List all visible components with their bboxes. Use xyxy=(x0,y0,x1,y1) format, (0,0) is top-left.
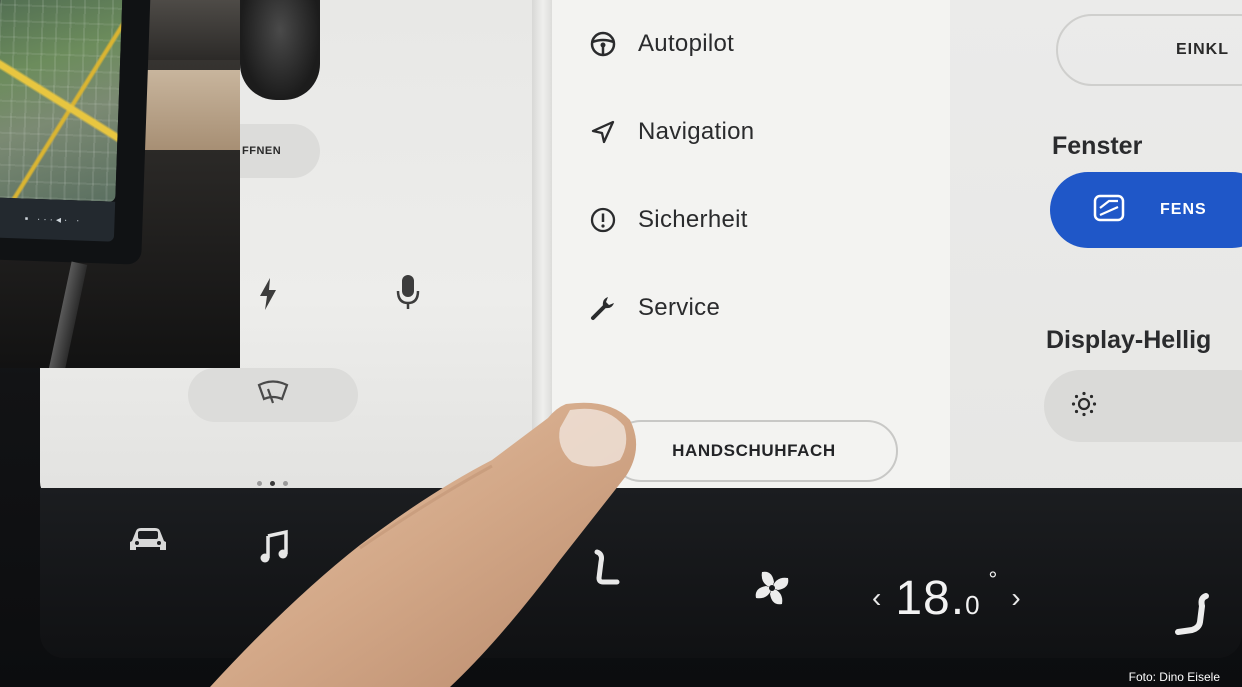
sun-icon xyxy=(1070,390,1098,423)
menu-item-navigation[interactable]: Navigation xyxy=(588,110,928,154)
page-indicator xyxy=(250,478,294,488)
phone-mount-arm xyxy=(48,261,88,368)
temperature-decrease-button[interactable]: ‹ xyxy=(872,582,881,614)
phone-device: ▪ ···◂· · xyxy=(0,0,151,265)
microphone-icon[interactable] xyxy=(388,272,428,312)
wrench-icon xyxy=(588,293,618,323)
lightning-icon[interactable] xyxy=(248,274,288,314)
phone-status-bar: ▪ ···◂· · xyxy=(0,197,116,242)
window-icon xyxy=(1092,193,1126,228)
car-wheel-graphic xyxy=(240,0,320,100)
temperature-control: ‹ 18.0 ° › xyxy=(872,567,1021,628)
glovebox-button[interactable]: HANDSCHUHFACH xyxy=(610,420,898,482)
seat-heater-left-icon[interactable] xyxy=(582,548,626,592)
panel-divider xyxy=(532,0,554,430)
temperature-value: 18.0 xyxy=(895,571,980,626)
window-vent-button[interactable]: FENS xyxy=(1050,172,1242,248)
menu-item-label: Autopilot xyxy=(638,30,735,57)
menu-item-label: Sicherheit xyxy=(638,206,748,233)
fold-mirrors-button[interactable]: EINKL xyxy=(1056,14,1242,86)
steering-wheel-icon xyxy=(588,29,618,59)
brightness-section-title: Display-Hellig xyxy=(1046,326,1212,354)
window-vent-label: FENS xyxy=(1160,201,1207,218)
menu-item-label: Navigation xyxy=(638,118,755,145)
fan-icon[interactable] xyxy=(750,566,794,610)
photo-credit: Foto: Dino Eisele xyxy=(1128,670,1220,684)
menu-item-label: Service xyxy=(638,294,721,321)
page-dot-active[interactable] xyxy=(269,480,275,486)
glovebox-button-label: HANDSCHUHFACH xyxy=(672,441,836,460)
phone-mount-inset-photo: ▪ ···◂· · xyxy=(0,0,240,368)
seat-heater-right-icon[interactable] xyxy=(1172,593,1216,638)
open-trunk-label: FFNEN xyxy=(242,145,282,157)
page-dot[interactable] xyxy=(256,480,262,486)
temperature-increase-button[interactable]: › xyxy=(1011,582,1020,614)
bottom-dock xyxy=(40,488,1242,658)
menu-item-autopilot[interactable]: Autopilot xyxy=(588,22,928,66)
menu-item-service[interactable]: Service xyxy=(588,286,928,330)
wiper-icon xyxy=(256,379,290,412)
menu-item-security[interactable]: Sicherheit xyxy=(588,198,928,242)
temperature-decimal: 0 xyxy=(965,589,981,620)
brightness-slider[interactable] xyxy=(1044,370,1242,442)
phone-map-screen xyxy=(0,0,123,202)
temperature-integer: 18. xyxy=(895,571,966,625)
navigation-arrow-icon xyxy=(588,117,618,147)
window-section-title: Fenster xyxy=(1052,132,1143,160)
music-note-icon[interactable] xyxy=(252,524,296,568)
degree-symbol: ° xyxy=(988,567,998,592)
fold-mirrors-label: EINKL xyxy=(1176,41,1229,58)
open-trunk-button[interactable]: FFNEN xyxy=(240,124,320,178)
alert-circle-icon xyxy=(588,205,618,235)
page-dot[interactable] xyxy=(282,480,288,486)
wiper-button[interactable] xyxy=(188,368,358,422)
car-icon[interactable] xyxy=(126,518,170,562)
